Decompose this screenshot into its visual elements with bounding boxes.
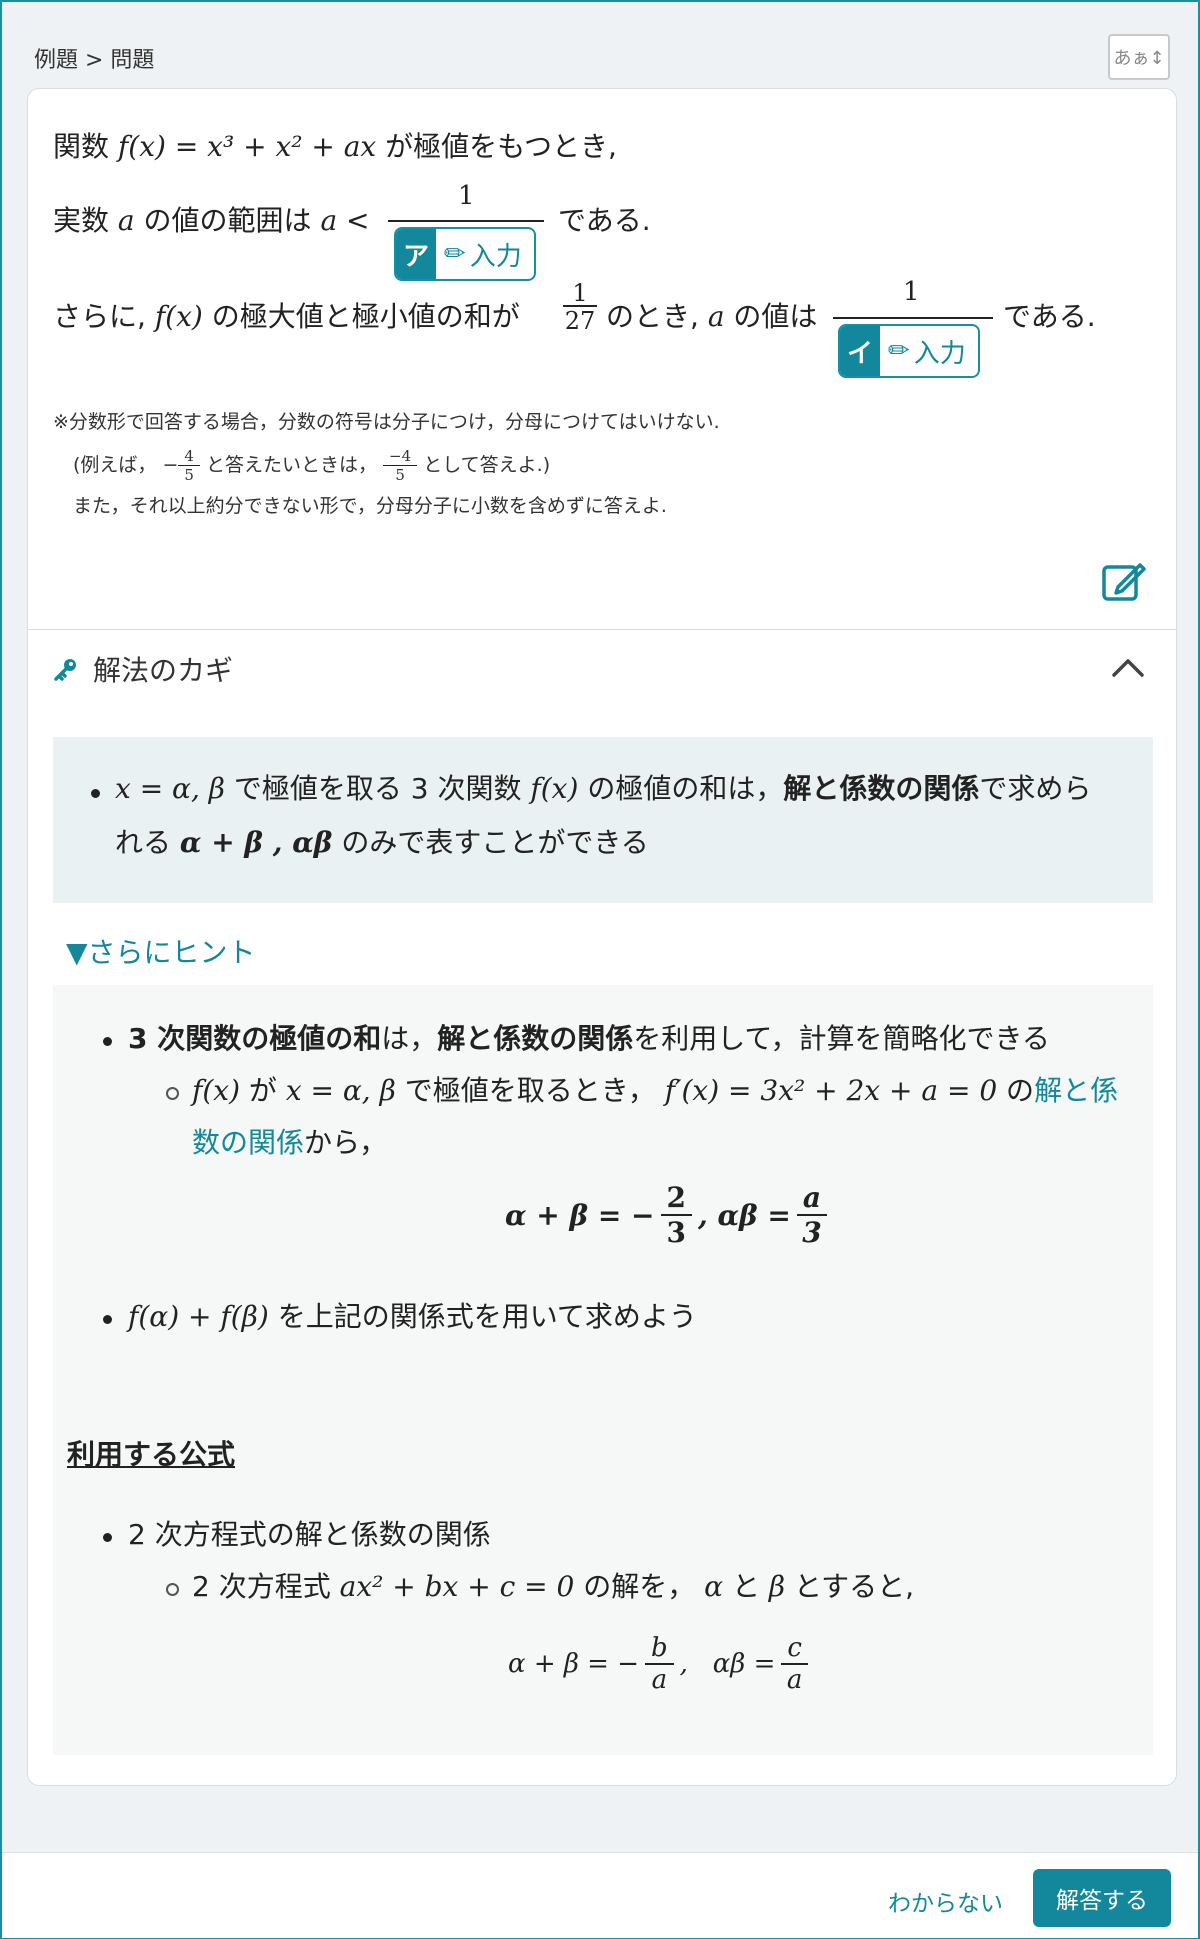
question-line-3: さらに, f(x) の極大値と極小値の和が [53,300,520,333]
bullet-icon [103,1533,112,1542]
question-line-3-end: である. [1003,300,1096,333]
fraction-bar-2 [833,317,993,319]
question-line-1: 関数 f(x) = x³ + x² + ax が極値をもつとき, [53,130,617,163]
hint-sub-3: 2 次方程式 ax² + bx + c = 0 の解を， α と β とすると, [192,1570,915,1603]
key-section-title: 解法のカギ [93,654,234,687]
submit-answer-button[interactable]: 解答する [1033,1869,1171,1927]
key-hint-box: x = α, β で極値を取る 3 次関数 f(x) の極値の和は，解と係数の関… [53,737,1153,903]
sub-bullet-icon [166,1583,179,1596]
chevron-up-icon[interactable] [1110,655,1146,679]
question-line-3-mid: のとき, a の値は [606,300,818,333]
fraction-1-27: 1 27 [563,279,597,335]
equation-1: α + β = − 23 , αβ = a3 [505,1181,828,1249]
hint-bullet-1: 3 次関数の極値の和は，解と係数の関係を利用して，計算を簡略化できる [128,1022,1050,1055]
answer-label-i: イ [840,326,880,376]
answer-label-a: ア [396,229,436,279]
hint-sub-1: f(x) が x = α, β で極値を取るとき， f′(x) = 3x² + … [192,1074,1119,1107]
equation-2: α + β = − ba , αβ = ca [508,1633,808,1695]
breadcrumb: 例題 > 問題 [34,48,155,73]
answer-box-a[interactable]: ア ✏ 入力 [394,227,536,281]
footer-bar [2,1852,1198,1938]
bullet-icon [103,1037,112,1046]
edit-note-icon[interactable] [1100,557,1148,605]
question-line-2-end: である. [558,204,651,237]
more-hint-toggle[interactable]: ▼さらにヒント [66,931,256,971]
dont-know-button[interactable]: わからない [888,1884,1003,1918]
link-kaito-keisu[interactable]: 解と係 [1034,1074,1118,1107]
problem-card: 関数 f(x) = x³ + x² + ax が極値をもつとき, 実数 a の値… [27,88,1177,1786]
hint-bullet-3: 2 次方程式の解と係数の関係 [128,1518,491,1551]
note-line-3: また，それ以上約分できない形で，分母分子に小数を含めずに答えよ. [73,495,667,517]
app-frame: 例題 > 問題 あぁ↕ 関数 f(x) = x³ + x² + ax が極値をも… [0,0,1200,1939]
section-divider [28,629,1176,630]
question-line-2: 実数 a の値の範囲は a < [53,204,370,237]
bullet-icon [103,1315,112,1324]
bullet-icon [91,789,100,798]
key-hint-line-2: れる α + β , αβ のみで表すことができる [115,826,649,859]
fraction-numerator: 1 [458,181,475,211]
note-line-2: (例えば， −4 5 と答えたいときは， −4 5 として答えよ.) [73,447,551,484]
note-line-1: ※分数形で回答する場合，分数の符号は分子につけ，分母につけてはいけない. [53,411,720,433]
answer-input-i[interactable]: ✏ 入力 [880,326,978,376]
link-kaito-keisu-cont[interactable]: 数の関係 [192,1126,304,1159]
fraction-bar [388,220,544,222]
fraction-numerator-2: 1 [903,277,920,307]
key-hint-line-1: x = α, β で極値を取る 3 次関数 f(x) の極値の和は，解と係数の関… [115,772,1092,805]
key-section-header[interactable]: 解法のカギ [53,649,233,689]
more-hint-box: 3 次関数の極値の和は，解と係数の関係を利用して，計算を簡略化できる f(x) … [53,985,1153,1755]
formula-title: 利用する公式 [67,1438,236,1471]
answer-box-i[interactable]: イ ✏ 入力 [838,324,980,378]
answer-input-a[interactable]: ✏ 入力 [436,229,534,279]
pencil-icon: ✏ [888,336,910,366]
hint-bullet-2: f(α) + f(β) を上記の関係式を用いて求めよう [128,1300,697,1333]
sub-bullet-icon [166,1087,179,1100]
pencil-icon: ✏ [444,239,466,269]
key-icon [54,659,76,681]
font-size-toggle-button[interactable]: あぁ↕ [1108,34,1170,80]
hint-sub-1-cont: 数の関係から， [192,1126,388,1159]
